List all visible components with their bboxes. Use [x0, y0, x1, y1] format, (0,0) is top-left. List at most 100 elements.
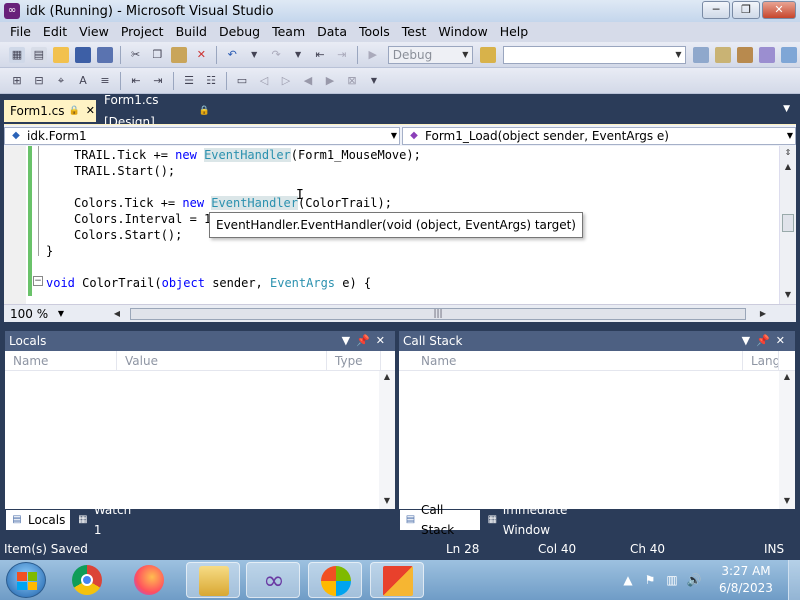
- copy-icon[interactable]: ❐: [150, 47, 166, 63]
- scroll-thumb[interactable]: [782, 214, 794, 232]
- menu-tools[interactable]: Tools: [353, 22, 396, 42]
- find-combo[interactable]: ▼: [503, 45, 687, 64]
- tab-locals[interactable]: ▤ Locals: [6, 510, 70, 530]
- close-tab-icon[interactable]: ✕: [86, 100, 95, 122]
- window-position-icon[interactable]: ▼: [742, 334, 756, 347]
- taskbar-chrome[interactable]: [60, 562, 114, 598]
- solution-configuration-combo[interactable]: Debug ▼: [387, 45, 474, 64]
- zoom-combo[interactable]: 100 % ▼: [6, 306, 66, 322]
- menu-build[interactable]: Build: [170, 22, 213, 42]
- menu-file[interactable]: File: [4, 22, 37, 42]
- previous-bookmark-icon[interactable]: ◁: [256, 73, 272, 89]
- delete-icon[interactable]: ✕: [193, 47, 209, 63]
- extension-manager-icon[interactable]: [781, 46, 798, 63]
- tab-form1-design[interactable]: Form1.cs [Design] 🔒: [98, 93, 216, 129]
- new-project-icon[interactable]: ▦: [9, 46, 25, 63]
- complete-word-icon[interactable]: A: [75, 73, 91, 89]
- menu-team[interactable]: Team: [266, 22, 311, 42]
- scroll-down-icon[interactable]: ▼: [782, 288, 794, 302]
- members-combo[interactable]: ◆ Form1_Load(object sender, EventArgs e)…: [402, 127, 796, 145]
- code-editor[interactable]: − TRAIL.Tick += new EventHandler(Form1_M…: [4, 146, 796, 304]
- undo-icon[interactable]: ↶: [224, 47, 240, 63]
- pin-icon[interactable]: 📌: [756, 334, 776, 347]
- taskbar-running-form[interactable]: [370, 562, 424, 598]
- solution-explorer-icon[interactable]: [693, 46, 710, 63]
- find-in-files-icon[interactable]: [480, 46, 497, 63]
- minimize-button[interactable]: ─: [702, 1, 730, 19]
- scroll-down-icon[interactable]: ▼: [381, 495, 393, 507]
- editor-vertical-scrollbar[interactable]: ⇕ ▲ ▼: [779, 146, 796, 304]
- close-icon[interactable]: ✕: [776, 334, 791, 347]
- action-center-icon[interactable]: ⚑: [642, 572, 658, 588]
- clear-bookmarks-icon[interactable]: ⊠: [344, 73, 360, 89]
- close-icon[interactable]: ✕: [376, 334, 391, 347]
- menu-edit[interactable]: Edit: [37, 22, 73, 42]
- start-button[interactable]: [6, 562, 46, 598]
- volume-icon[interactable]: 🔊: [686, 572, 702, 588]
- increase-indent-icon[interactable]: ⇥: [150, 73, 166, 89]
- scroll-up-icon[interactable]: ▲: [781, 371, 793, 383]
- redo-icon[interactable]: ↷: [268, 47, 284, 63]
- menu-test[interactable]: Test: [396, 22, 433, 42]
- split-handle-icon[interactable]: ⇕: [782, 146, 794, 160]
- undo-dropdown-icon[interactable]: ▼: [246, 47, 262, 63]
- cut-icon[interactable]: ✂: [128, 47, 144, 63]
- network-icon[interactable]: ▥: [664, 572, 680, 588]
- editor-horizontal-scrollbar[interactable]: ◀ ||| ▶: [110, 307, 770, 321]
- properties-icon[interactable]: [715, 46, 732, 63]
- start-debugging-icon[interactable]: ▶: [365, 47, 381, 63]
- navigate-backward-icon[interactable]: ⇤: [312, 47, 328, 63]
- toggle-bookmark-icon[interactable]: ▭: [234, 73, 250, 89]
- paste-icon[interactable]: [171, 46, 188, 63]
- tab-immediate-window[interactable]: ▦ Immediate Window: [482, 503, 612, 537]
- taskbar-firefox[interactable]: [122, 562, 176, 598]
- column-header-name[interactable]: Name: [5, 351, 117, 371]
- locals-vertical-scrollbar[interactable]: ▲ ▼: [379, 371, 395, 509]
- toolbar-options-icon[interactable]: ▼: [366, 73, 382, 89]
- show-desktop-button[interactable]: [788, 560, 800, 600]
- tab-watch-1[interactable]: ▦ Watch 1: [72, 503, 146, 537]
- menu-window[interactable]: Window: [432, 22, 493, 42]
- taskbar-file-explorer[interactable]: [186, 562, 240, 598]
- next-bookmark-in-folder-icon[interactable]: ▶: [322, 73, 338, 89]
- add-item-icon[interactable]: ▤: [30, 46, 47, 63]
- scroll-thumb[interactable]: |||: [130, 308, 746, 320]
- word-wrap-icon[interactable]: ≡: [97, 73, 113, 89]
- column-header-language[interactable]: Lang: [743, 351, 779, 371]
- menu-project[interactable]: Project: [115, 22, 170, 42]
- menu-view[interactable]: View: [73, 22, 115, 42]
- restore-button[interactable]: ❐: [732, 1, 760, 19]
- open-folder-icon[interactable]: [52, 46, 69, 63]
- parameter-info-icon[interactable]: ⊟: [31, 73, 47, 89]
- previous-bookmark-in-folder-icon[interactable]: ◀: [300, 73, 316, 89]
- collapse-region-icon[interactable]: −: [33, 276, 43, 286]
- column-header-type[interactable]: Type: [327, 351, 381, 371]
- display-object-member-list-icon[interactable]: ⊞: [9, 73, 25, 89]
- menu-debug[interactable]: Debug: [213, 22, 266, 42]
- menu-data[interactable]: Data: [311, 22, 353, 42]
- save-all-icon[interactable]: [96, 46, 113, 63]
- uncomment-icon[interactable]: ☷: [203, 73, 219, 89]
- show-hidden-icons-icon[interactable]: ▲: [620, 572, 636, 588]
- menu-help[interactable]: Help: [494, 22, 535, 42]
- comment-out-icon[interactable]: ☰: [181, 73, 197, 89]
- decrease-indent-icon[interactable]: ⇤: [128, 73, 144, 89]
- taskbar-visual-studio[interactable]: ∞: [246, 562, 300, 598]
- navigate-forward-icon[interactable]: ⇥: [334, 47, 350, 63]
- save-icon[interactable]: [74, 46, 91, 63]
- call-stack-vertical-scrollbar[interactable]: ▲ ▼: [779, 371, 795, 509]
- next-bookmark-icon[interactable]: ▷: [278, 73, 294, 89]
- scroll-right-icon[interactable]: ▶: [756, 307, 770, 321]
- scroll-up-icon[interactable]: ▲: [782, 160, 794, 174]
- active-files-dropdown-icon[interactable]: ▼: [783, 104, 790, 114]
- scroll-left-icon[interactable]: ◀: [110, 307, 124, 321]
- close-button[interactable]: ✕: [762, 1, 796, 19]
- taskbar-windows-app[interactable]: [308, 562, 362, 598]
- pin-icon[interactable]: 📌: [356, 334, 376, 347]
- redo-dropdown-icon[interactable]: ▼: [290, 47, 306, 63]
- tab-form1-cs[interactable]: Form1.cs 🔒 ✕: [4, 100, 96, 122]
- clock[interactable]: 3:27 AM 6/8/2023: [716, 563, 776, 597]
- scroll-down-icon[interactable]: ▼: [781, 495, 793, 507]
- toolbox-icon[interactable]: [759, 46, 776, 63]
- column-header-name[interactable]: Name: [413, 351, 743, 371]
